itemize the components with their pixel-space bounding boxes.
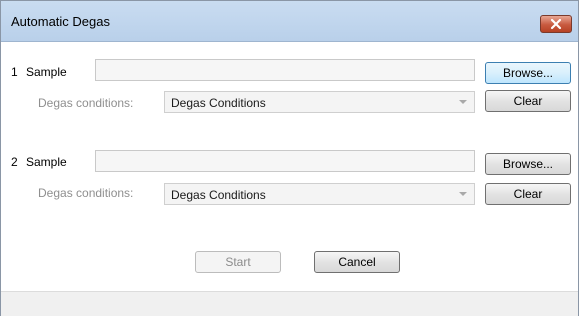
row-2-browse-button[interactable]: Browse... xyxy=(485,153,571,175)
title-bar: Automatic Degas xyxy=(1,1,578,42)
dialog-content: 1 Sample Browse... Degas conditions: Deg… xyxy=(1,42,578,291)
row-2-conditions-label: Degas conditions: xyxy=(38,186,134,200)
row-2-number: 2 xyxy=(11,155,18,169)
chevron-down-icon xyxy=(459,192,467,196)
status-strip xyxy=(1,291,578,316)
row-2-sample-field[interactable] xyxy=(95,150,475,172)
automatic-degas-dialog: Automatic Degas 1 Sample Browse... Degas… xyxy=(0,0,579,316)
row-1-conditions-dropdown[interactable]: Degas Conditions xyxy=(164,91,475,113)
row-1-browse-button[interactable]: Browse... xyxy=(485,62,571,84)
row-1-clear-button[interactable]: Clear xyxy=(485,90,571,112)
row-1-sample-field[interactable] xyxy=(95,59,475,81)
row-2-conditions-dropdown[interactable]: Degas Conditions xyxy=(164,183,475,205)
row-1-sample-label: Sample xyxy=(26,65,67,79)
row-1-number: 1 xyxy=(11,65,18,79)
close-icon xyxy=(541,16,571,32)
chevron-down-icon xyxy=(459,100,467,104)
cancel-button[interactable]: Cancel xyxy=(314,251,400,273)
window-title: Automatic Degas xyxy=(11,14,110,29)
row-1-conditions-label: Degas conditions: xyxy=(38,96,134,110)
row-2-conditions-value: Degas Conditions xyxy=(171,188,266,202)
close-button[interactable] xyxy=(540,15,572,33)
row-2-clear-button[interactable]: Clear xyxy=(485,183,571,205)
row-2-sample-label: Sample xyxy=(26,155,67,169)
row-1-conditions-value: Degas Conditions xyxy=(171,96,266,110)
start-button[interactable]: Start xyxy=(195,251,281,273)
